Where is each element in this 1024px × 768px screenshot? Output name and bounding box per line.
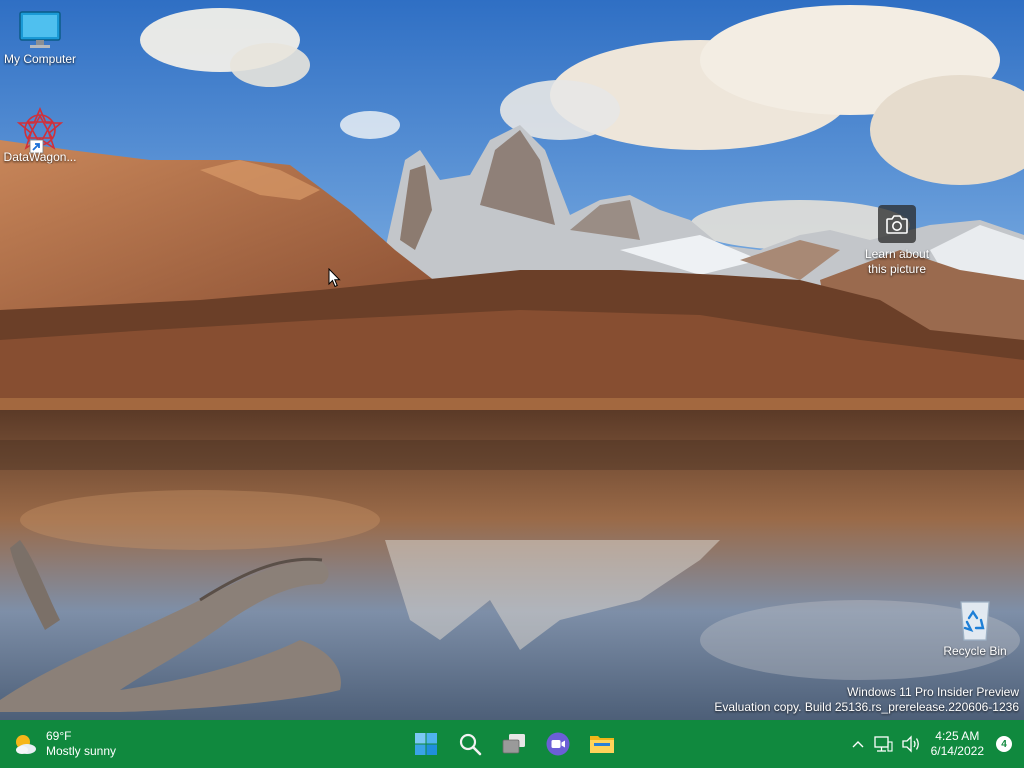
recycle-bin-icon — [960, 601, 990, 641]
camera-icon — [878, 205, 916, 243]
taskbar-apps — [404, 720, 624, 768]
mouse-cursor-icon — [328, 268, 341, 288]
notification-badge[interactable]: 4 — [996, 736, 1012, 752]
weather-temperature: 69°F — [46, 729, 72, 743]
desktop-icon-label: DataWagon... — [3, 150, 77, 164]
volume-button[interactable] — [897, 728, 925, 760]
watermark-build: Evaluation copy. Build 25136.rs_prerelea… — [714, 700, 1019, 714]
desktop-icon-label: My Computer — [3, 52, 77, 66]
monitor-icon — [19, 11, 61, 48]
learn-about-line1: Learn about — [864, 247, 930, 261]
chevron-up-icon — [852, 741, 864, 748]
desktop-icon-recycle-bin[interactable]: Recycle Bin — [935, 598, 1015, 658]
learn-about-this-picture[interactable]: Learn about this picture — [858, 205, 936, 277]
desktop-wallpaper — [0, 0, 1024, 720]
desktop-icon-datawagon[interactable]: DataWagon... — [0, 106, 80, 164]
weather-widget[interactable]: 69°F Mostly sunny — [12, 726, 116, 762]
windows-watermark: Windows 11 Pro Insider Preview Evaluatio… — [714, 685, 1019, 715]
taskbar[interactable]: 69°F Mostly sunny 4:25 AM 6/14/2022 4 — [0, 720, 1024, 768]
speaker-icon — [901, 735, 919, 753]
folder-icon — [590, 736, 614, 753]
windows-start-icon — [415, 733, 437, 755]
system-tray: 4:25 AM 6/14/2022 4 — [847, 720, 1024, 768]
start-button[interactable] — [406, 724, 446, 764]
file-explorer-button[interactable] — [582, 724, 622, 764]
search-button[interactable] — [450, 724, 490, 764]
clock[interactable]: 4:25 AM 6/14/2022 — [925, 729, 990, 759]
desktop-icon-label: Recycle Bin — [943, 644, 1007, 658]
watermark-edition: Windows 11 Pro Insider Preview — [847, 685, 1019, 699]
desktop[interactable]: My Computer DataWagon... Recycle Bin Lea… — [0, 0, 1024, 720]
clock-date: 6/14/2022 — [930, 744, 984, 758]
network-icon — [873, 736, 893, 752]
chat-button[interactable] — [538, 724, 578, 764]
weather-condition: Mostly sunny — [46, 744, 117, 758]
task-view-icon — [502, 734, 525, 754]
task-view-button[interactable] — [494, 724, 534, 764]
network-button[interactable] — [869, 728, 897, 760]
sun-cloud-icon — [16, 735, 36, 754]
video-chat-icon — [546, 732, 570, 756]
clock-time: 4:25 AM — [935, 729, 980, 743]
show-hidden-icons-button[interactable] — [847, 728, 869, 760]
desktop-icon-my-computer[interactable]: My Computer — [0, 10, 80, 66]
learn-about-line2: this picture — [867, 262, 927, 276]
datawagon-app-icon — [16, 106, 64, 154]
search-icon — [459, 733, 482, 756]
